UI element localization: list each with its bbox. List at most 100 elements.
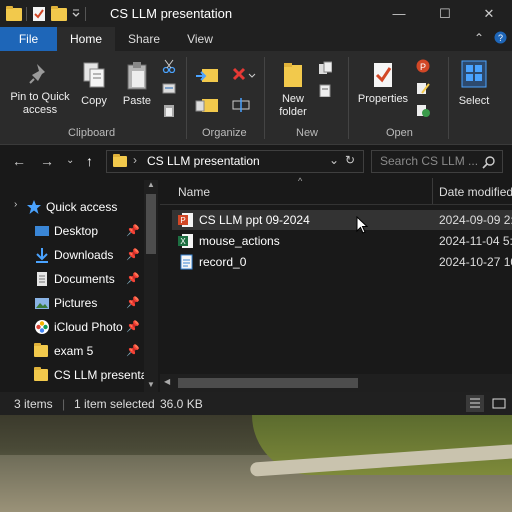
status-bar: 3 items | 1 item selected 36.0 KB xyxy=(0,392,512,415)
breadcrumb-chevron-icon[interactable]: › xyxy=(133,153,137,167)
rename-icon[interactable] xyxy=(230,95,256,117)
mouse-cursor-icon xyxy=(356,216,369,234)
file-date: 2024-10-27 10 xyxy=(439,255,512,269)
window-title: CS LLM presentation xyxy=(110,6,233,21)
sidebar-item-exam-5[interactable]: exam 5 📌 xyxy=(0,339,146,363)
scrollbar-thumb[interactable] xyxy=(146,194,156,254)
edit-icon[interactable] xyxy=(416,81,430,95)
sidebar-item-icloud-photos[interactable]: iCloud Photo 📌 xyxy=(0,315,146,339)
select-button[interactable]: Select xyxy=(454,59,494,108)
file-row-record-0[interactable]: record_0 2024-10-27 10 xyxy=(172,252,512,272)
scroll-down-icon[interactable]: ▼ xyxy=(147,380,155,389)
address-dropdown-icon[interactable]: ⌄ xyxy=(329,153,339,167)
pin-icon xyxy=(29,64,45,84)
sidebar-item-desktop[interactable]: Desktop 📌 xyxy=(0,219,146,243)
separator xyxy=(85,7,86,21)
sidebar-item-label: Documents xyxy=(54,272,115,286)
address-bar[interactable]: › CS LLM presentation ⌄ ↻ xyxy=(106,150,364,173)
help-icon[interactable]: ? xyxy=(494,31,507,47)
file-name: mouse_actions xyxy=(199,234,280,248)
copy-button[interactable]: Copy xyxy=(78,61,110,108)
sidebar-item-downloads[interactable]: Downloads 📌 xyxy=(0,243,146,267)
copy-to-icon[interactable] xyxy=(194,95,220,117)
back-arrow-icon[interactable]: ← xyxy=(12,153,26,169)
new-folder-icon[interactable] xyxy=(51,5,67,21)
tab-share[interactable]: Share xyxy=(115,27,173,51)
scroll-up-icon[interactable]: ▲ xyxy=(147,180,155,189)
navigation-pane: › Quick access Desktop 📌 Downloads 📌 Doc… xyxy=(0,180,158,392)
navigation-bar: ← → ⌄ ↑ › CS LLM presentation ⌄ ↻ Search… xyxy=(0,145,512,177)
sidebar-scrollbar[interactable]: ▲ ▼ xyxy=(144,180,158,392)
search-input[interactable]: Search CS LLM ... xyxy=(380,154,478,168)
maximize-button[interactable]: ☐ xyxy=(422,0,468,27)
ribbon: Pin to Quick access Copy Paste Clipboard… xyxy=(0,51,512,145)
new-item-icon[interactable] xyxy=(318,61,332,75)
cut-icon[interactable] xyxy=(162,59,176,73)
collapse-ribbon-icon[interactable]: ⌃ xyxy=(474,31,484,45)
copy-path-icon[interactable] xyxy=(162,81,176,95)
selection-size: 36.0 KB xyxy=(160,397,203,411)
tab-home[interactable]: Home xyxy=(57,27,115,51)
refresh-icon[interactable]: ↻ xyxy=(345,153,355,167)
new-folder-button[interactable]: New folder xyxy=(272,61,314,119)
scrollbar-thumb[interactable] xyxy=(178,378,358,388)
file-row-cs-llm-ppt[interactable]: P CS LLM ppt 09-2024 2024-09-09 2:3 xyxy=(172,210,512,230)
tab-view[interactable]: View xyxy=(173,27,227,51)
file-name: CS LLM ppt 09-2024 xyxy=(199,213,310,227)
folder-icon xyxy=(34,343,48,357)
delete-icon[interactable] xyxy=(230,65,256,87)
column-divider[interactable] xyxy=(432,178,433,204)
up-arrow-icon[interactable]: ↑ xyxy=(86,153,93,169)
paste-button[interactable]: Paste xyxy=(118,61,156,108)
file-list: ^ Name Date modified P CS LLM ppt 09-202… xyxy=(160,176,512,392)
sidebar-item-cs-llm-presentation[interactable]: CS LLM presenta xyxy=(0,363,147,387)
selection-count: 1 item selected xyxy=(74,397,155,411)
desktop-wallpaper xyxy=(0,415,512,512)
quick-access-toolbar xyxy=(6,5,86,23)
pin-to-quick-access-button[interactable]: Pin to Quick access xyxy=(4,61,76,117)
folder-icon xyxy=(34,367,48,381)
forward-arrow-icon[interactable]: → xyxy=(40,153,54,169)
sidebar-item-label: iCloud Photo xyxy=(54,320,123,334)
recent-locations-chevron-icon[interactable]: ⌄ xyxy=(66,155,74,166)
group-new-label: New xyxy=(296,127,319,139)
sidebar-item-label: Pictures xyxy=(54,296,98,310)
minimize-button[interactable]: — xyxy=(376,0,422,27)
properties-button[interactable]: Properties xyxy=(354,61,412,106)
horizontal-scrollbar[interactable]: ◀ xyxy=(160,374,512,392)
properties-icon xyxy=(374,63,392,87)
file-date: 2024-09-09 2:3 xyxy=(439,213,512,227)
column-name[interactable]: Name xyxy=(178,185,210,199)
separator xyxy=(26,7,27,21)
pin-icon: 📌 xyxy=(126,225,140,237)
paste-shortcut-icon[interactable] xyxy=(162,103,176,117)
search-box[interactable]: Search CS LLM ... xyxy=(371,150,503,173)
large-icons-view-icon[interactable] xyxy=(490,395,508,412)
move-to-icon[interactable] xyxy=(194,65,220,87)
sort-ascending-icon: ^ xyxy=(298,176,303,186)
folder-icon xyxy=(113,154,127,167)
history-icon[interactable] xyxy=(416,103,430,117)
search-icon xyxy=(482,156,495,169)
easy-access-icon[interactable] xyxy=(318,83,332,97)
sidebar-item-pictures[interactable]: Pictures 📌 xyxy=(0,291,146,315)
paste-label: Paste xyxy=(122,95,152,107)
expand-chevron-icon[interactable]: › xyxy=(14,199,17,210)
details-view-icon[interactable] xyxy=(466,395,484,412)
pin-icon: 📌 xyxy=(126,249,140,261)
open-powerpoint-icon[interactable]: P xyxy=(416,59,430,73)
file-row-mouse-actions[interactable]: X mouse_actions 2024-11-04 5:0 xyxy=(172,231,512,251)
chevron-down-icon[interactable] xyxy=(71,6,81,22)
sidebar-item-quick-access[interactable]: › Quick access xyxy=(0,195,146,219)
properties-check-icon[interactable] xyxy=(31,6,47,22)
copy-label: Copy xyxy=(81,95,107,107)
separator: | xyxy=(62,397,66,411)
tab-file[interactable]: File xyxy=(0,27,57,51)
svg-text:P: P xyxy=(180,216,185,225)
column-date-modified[interactable]: Date modified xyxy=(439,185,512,199)
close-button[interactable]: ✕ xyxy=(466,0,512,27)
sidebar-item-documents[interactable]: Documents 📌 xyxy=(0,267,146,291)
scroll-left-icon[interactable]: ◀ xyxy=(164,377,170,386)
pin-icon: 📌 xyxy=(126,297,140,309)
powerpoint-file-icon: P xyxy=(178,213,193,227)
